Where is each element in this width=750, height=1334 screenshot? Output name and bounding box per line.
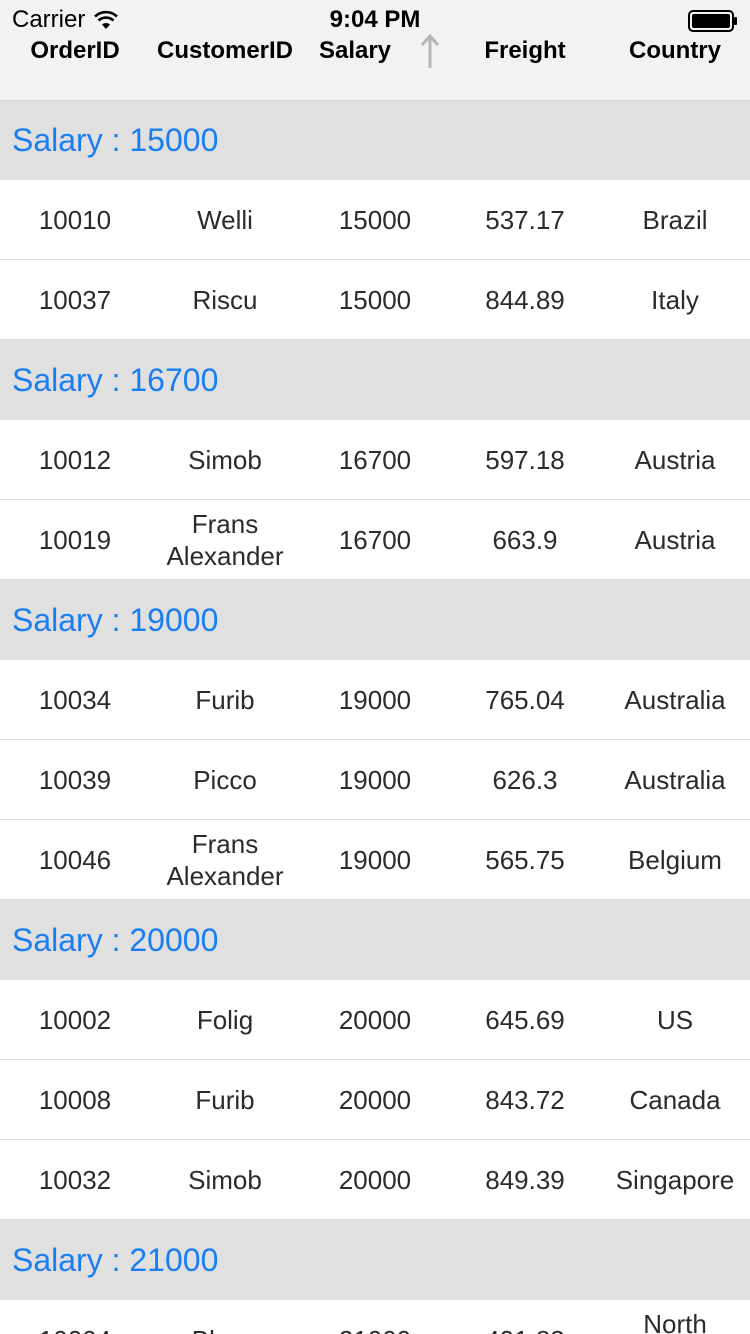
cell-country: Australia xyxy=(624,764,726,795)
cell-orderid: 10019 xyxy=(38,524,112,555)
cell-orderid: 10034 xyxy=(38,684,112,715)
cell-country: Singapore xyxy=(615,1164,735,1195)
group-header-row[interactable]: Salary : 20000 xyxy=(0,900,750,980)
cell-orderid: 10010 xyxy=(38,204,112,235)
table-row[interactable]: 10012 Simob 16700 597.18 Austria xyxy=(0,420,750,500)
cell-customerid: Welli xyxy=(197,204,253,235)
cell-freight: 849.39 xyxy=(485,1164,565,1195)
cell-orderid: 10032 xyxy=(38,1164,112,1195)
grid-body[interactable]: Salary : 15000 10010 Welli 15000 537.17 Brazi… xyxy=(0,100,750,1334)
cell-orderid: 10008 xyxy=(38,1084,112,1115)
cell-country: Brazil xyxy=(642,204,708,235)
table-row[interactable]: 10010 Welli 15000 537.17 Brazil xyxy=(0,180,750,260)
cell-country: Italy xyxy=(651,284,699,315)
cell-customerid: Picco xyxy=(193,764,257,795)
table-row[interactable]: 10034 Furib 19000 765.04 Australia xyxy=(0,660,750,740)
cell-customerid: Frans Alexander xyxy=(166,508,284,571)
cell-salary: 19000 xyxy=(338,684,412,715)
cell-country: US xyxy=(656,1004,694,1035)
cell-orderid: 10037 xyxy=(38,284,112,315)
cell-country: Austria xyxy=(634,444,716,475)
cell-freight: 537.17 xyxy=(485,204,565,235)
cell-salary: 19000 xyxy=(338,844,412,875)
cell-salary: 15000 xyxy=(338,284,412,315)
cell-country: Austria xyxy=(634,524,716,555)
cell-orderid: 10004 xyxy=(0,1300,150,1334)
cell-orderid: 10012 xyxy=(38,444,112,475)
group-header-row[interactable]: Salary : 16700 xyxy=(0,340,750,420)
cell-country: North America xyxy=(643,1308,707,1334)
cell-customerid: Furib xyxy=(195,684,255,715)
status-time: 9:04 PM xyxy=(329,6,421,33)
cell-freight: 843.72 xyxy=(485,1084,565,1115)
cell-customerid: Furib xyxy=(195,1084,255,1115)
cell-freight: 491.83 xyxy=(450,1300,600,1334)
group-header-row[interactable]: Salary : 21000 xyxy=(0,1220,750,1300)
cell-customerid: Frans Alexander xyxy=(166,828,284,891)
cell-salary: 20000 xyxy=(338,1164,412,1195)
cell-salary: 16700 xyxy=(338,524,412,555)
group-header-row[interactable]: Salary : 19000 xyxy=(0,580,750,660)
cell-freight: 844.89 xyxy=(485,284,565,315)
table-row[interactable]: 10002 Folig 20000 645.69 US xyxy=(0,980,750,1060)
cell-customerid: Blonp xyxy=(150,1300,300,1334)
cell-customerid: Riscu xyxy=(192,284,258,315)
cell-salary: 20000 xyxy=(338,1084,412,1115)
cell-country: Canada xyxy=(629,1084,721,1115)
cell-salary: 20000 xyxy=(338,1004,412,1035)
cell-customerid: Simob xyxy=(188,1164,262,1195)
cell-freight: 626.3 xyxy=(492,764,558,795)
cell-customerid: Folig xyxy=(196,1004,254,1035)
cell-orderid: 10046 xyxy=(38,844,112,875)
table-row[interactable]: 10032 Simob 20000 849.39 Singapore xyxy=(0,1140,750,1220)
cell-orderid: 10002 xyxy=(38,1004,112,1035)
screen: OrderID CustomerID Salary Freight Countr… xyxy=(0,0,750,1334)
table-row[interactable]: 10019 Frans Alexander 16700 663.9 Austria xyxy=(0,500,750,580)
table-row[interactable]: 10046 Frans Alexander 19000 565.75 Belgium xyxy=(0,820,750,900)
status-bar: Carrier 9:04 PM xyxy=(0,0,750,40)
cell-country: Belgium xyxy=(628,844,722,875)
cell-freight: 597.18 xyxy=(485,444,565,475)
cell-orderid: 10039 xyxy=(38,764,112,795)
group-header-row[interactable]: Salary : 15000 xyxy=(0,100,750,180)
cell-freight: 565.75 xyxy=(485,844,565,875)
table-row[interactable]: 10039 Picco 19000 626.3 Australia xyxy=(0,740,750,820)
table-row[interactable]: 10004Blonp21000491.83 North America xyxy=(0,1300,750,1334)
table-row[interactable]: 10037 Riscu 15000 844.89 Italy xyxy=(0,260,750,340)
cell-salary: 19000 xyxy=(338,764,412,795)
cell-salary: 16700 xyxy=(338,444,412,475)
cell-freight: 645.69 xyxy=(485,1004,565,1035)
cell-salary: 15000 xyxy=(338,204,412,235)
cell-salary: 21000 xyxy=(300,1300,450,1334)
cell-customerid: Simob xyxy=(188,444,262,475)
cell-country: Australia xyxy=(624,684,726,715)
battery-icon xyxy=(688,10,737,32)
table-row[interactable]: 10008 Furib 20000 843.72 Canada xyxy=(0,1060,750,1140)
cell-freight: 765.04 xyxy=(485,684,565,715)
cell-freight: 663.9 xyxy=(492,524,558,555)
